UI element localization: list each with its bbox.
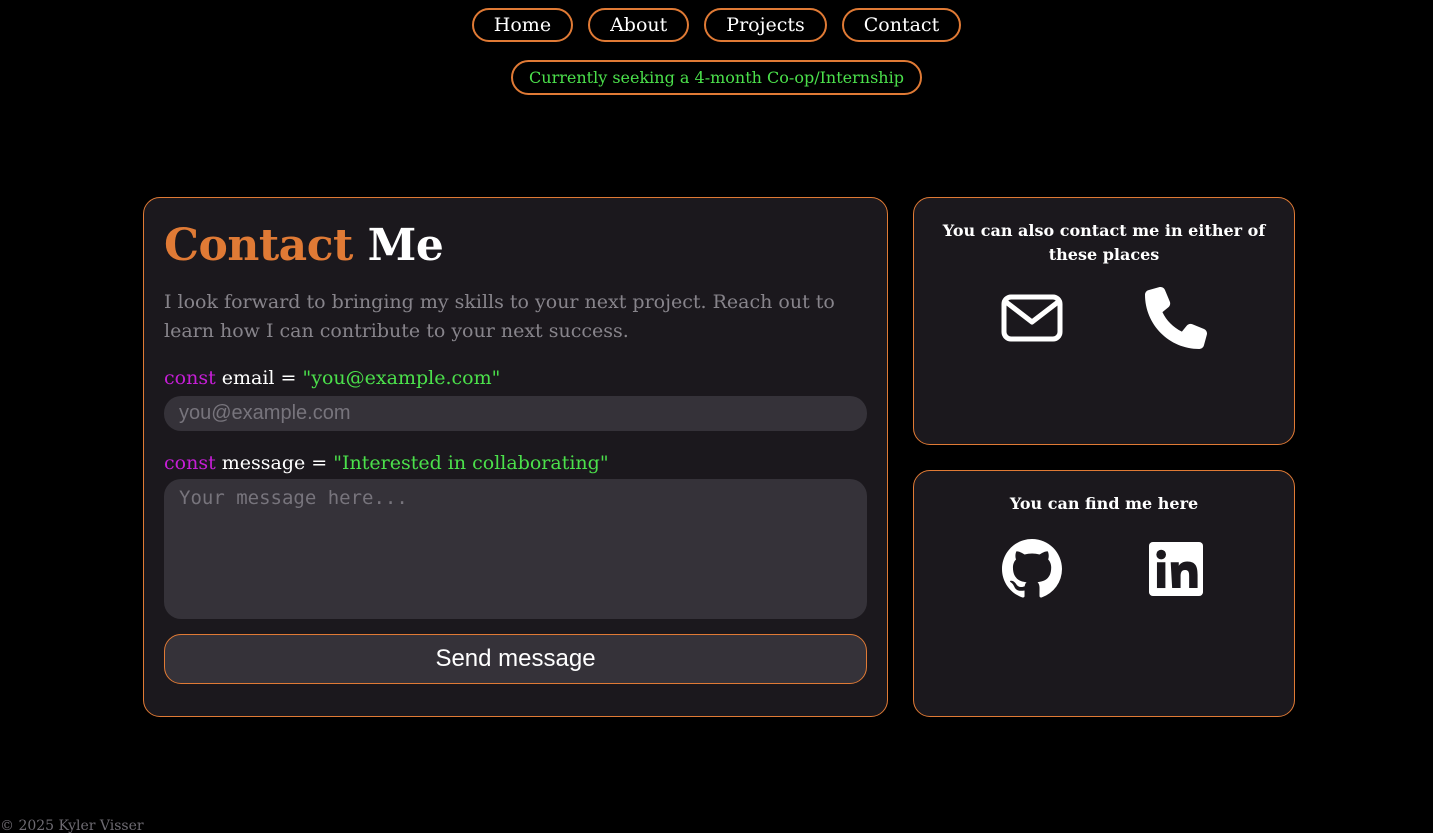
email-label: const email = "you@example.com": [164, 369, 867, 388]
footer-copyright: © 2025 Kyler Visser: [0, 818, 144, 833]
email-label-value: "you@example.com": [302, 367, 501, 389]
title-rest: Me: [367, 220, 444, 271]
page-title: Contact Me: [164, 224, 867, 268]
nav-projects-button[interactable]: Projects: [704, 8, 827, 42]
email-label-name: email: [221, 367, 275, 389]
nav-contact-button[interactable]: Contact: [841, 8, 962, 42]
message-placeholder: Your message here...: [179, 487, 408, 509]
contact-icons-row: [914, 287, 1294, 349]
contact-places-heading: You can also contact me in either of the…: [942, 221, 1266, 264]
nav-about-button[interactable]: About: [588, 8, 690, 42]
social-icons-row: [914, 538, 1294, 600]
github-icon[interactable]: [1001, 538, 1063, 600]
nav-home-button[interactable]: Home: [471, 8, 574, 42]
email-placeholder: you@example.com: [179, 402, 351, 424]
find-me-card: You can find me here: [913, 470, 1295, 717]
phone-icon[interactable]: [1145, 287, 1207, 349]
status-badge: Currently seeking a 4-month Co-op/Intern…: [511, 60, 922, 95]
main-nav: Home About Projects Contact: [0, 8, 1433, 42]
message-field[interactable]: Your message here...: [164, 479, 867, 619]
contact-form-card: Contact Me I look forward to bringing my…: [143, 197, 888, 717]
message-label-name: message: [221, 452, 306, 474]
email-field[interactable]: you@example.com: [164, 396, 867, 431]
find-me-heading: You can find me here: [1009, 494, 1199, 513]
contact-places-card: You can also contact me in either of the…: [913, 197, 1295, 445]
contact-description: I look forward to bringing my skills to …: [164, 291, 835, 342]
status-banner-row: Currently seeking a 4-month Co-op/Intern…: [0, 60, 1433, 95]
email-label-keyword: const: [164, 367, 216, 389]
envelope-icon[interactable]: [1001, 287, 1063, 349]
title-accent: Contact: [164, 220, 353, 271]
message-label-keyword: const: [164, 452, 216, 474]
message-label-equals: =: [311, 452, 328, 474]
message-label: const message = "Interested in collabora…: [164, 454, 867, 473]
send-message-button[interactable]: Send message: [164, 634, 867, 684]
linkedin-icon[interactable]: [1145, 538, 1207, 600]
message-label-value: "Interested in collaborating": [333, 452, 609, 474]
email-label-equals: =: [280, 367, 297, 389]
